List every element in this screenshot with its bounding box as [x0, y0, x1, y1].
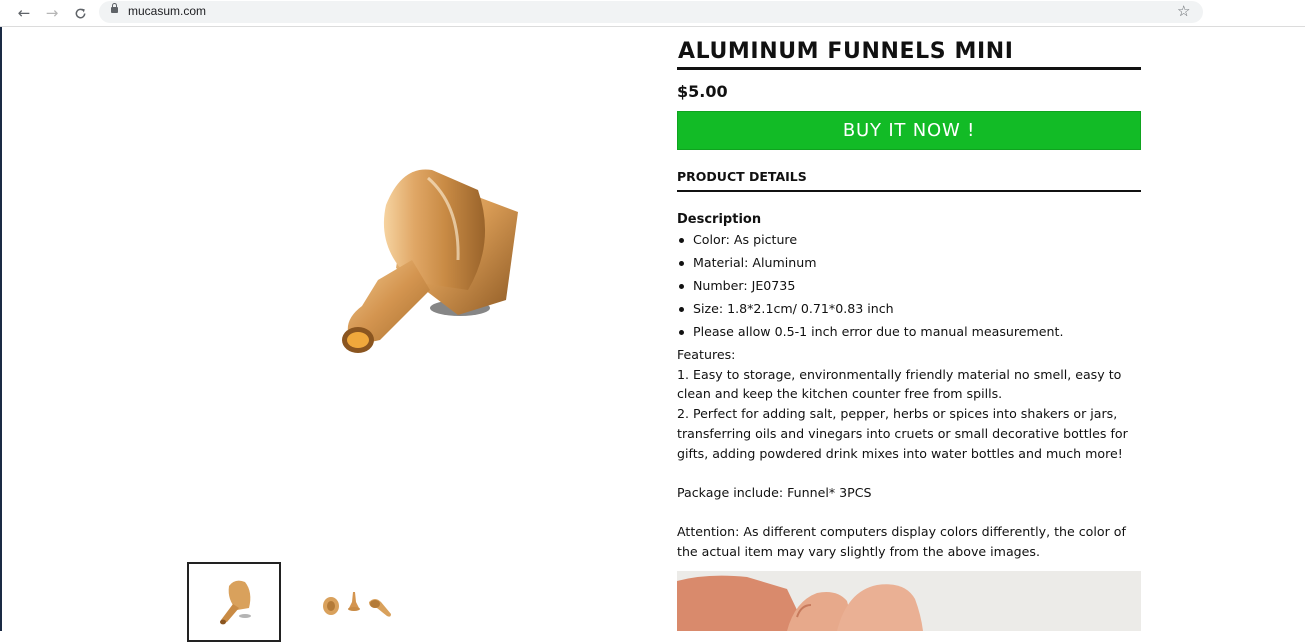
product-info: ALUMINUM FUNNELS MINI $5.00 BUY IT NOW !… — [677, 36, 1141, 562]
buy-it-now-button[interactable]: BUY IT NOW ! — [677, 111, 1141, 150]
package-contents: Package include: Funnel* 3PCS — [677, 484, 872, 500]
spec-item: Number: JE0735 — [677, 276, 1141, 299]
attention-note: Attention: As different computers displa… — [677, 524, 1126, 559]
product-details-heading: PRODUCT DETAILS — [677, 169, 807, 184]
address-bar[interactable]: mucasum.com ☆ — [99, 1, 1203, 23]
spec-list: Color: As picture Material: Aluminum Num… — [677, 230, 1141, 345]
reload-icon[interactable] — [70, 3, 90, 23]
description-heading: Description — [677, 212, 762, 227]
features-heading: Features: — [677, 347, 736, 362]
back-arrow-icon[interactable]: ← — [14, 3, 34, 23]
url-text: mucasum.com — [128, 4, 207, 18]
product-main-image[interactable] — [318, 150, 548, 370]
product-title: ALUMINUM FUNNELS MINI — [678, 39, 1014, 64]
thumbnail-single-funnel[interactable] — [187, 562, 281, 642]
spec-item: Size: 1.8*2.1cm/ 0.71*0.83 inch — [677, 299, 1141, 322]
title-divider — [677, 67, 1141, 70]
spec-item: Color: As picture — [677, 230, 1141, 253]
spec-item: Material: Aluminum — [677, 253, 1141, 276]
window-edge — [0, 27, 2, 631]
lock-icon — [111, 3, 118, 13]
product-detail-photo — [677, 571, 1141, 631]
feature-two: 2. Perfect for adding salt, pepper, herb… — [677, 406, 1128, 461]
thumbnail-three-funnels[interactable] — [311, 562, 405, 642]
spec-item: Please allow 0.5-1 inch error due to man… — [677, 322, 1141, 345]
feature-one: 1. Easy to storage, environmentally frie… — [677, 366, 1122, 402]
product-price: $5.00 — [677, 82, 728, 101]
details-divider — [677, 190, 1141, 192]
star-icon[interactable]: ☆ — [1177, 2, 1190, 20]
forward-arrow-icon[interactable]: → — [42, 3, 62, 23]
browser-toolbar: ← → mucasum.com ☆ — [0, 0, 1305, 27]
